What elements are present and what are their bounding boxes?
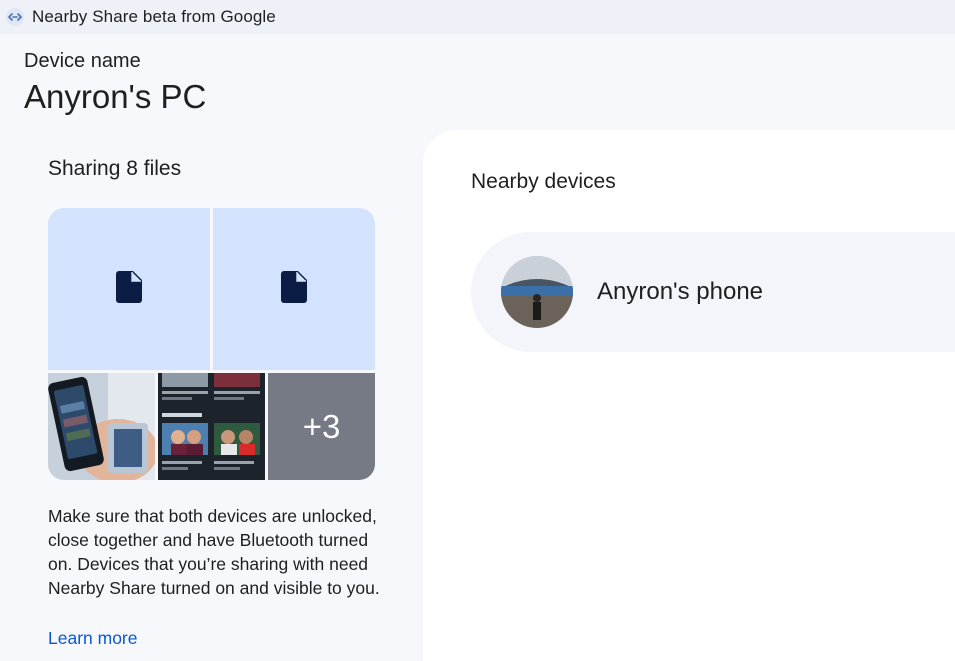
more-files-tile: +3	[268, 373, 375, 480]
learn-more-link[interactable]: Learn more	[48, 628, 138, 649]
sharing-title: Sharing 8 files	[48, 157, 182, 180]
photo-thumbnail	[158, 373, 265, 480]
title-bar: Nearby Share beta from Google	[0, 0, 955, 34]
phone-photo-image	[48, 373, 155, 480]
photo-thumbnail	[48, 373, 155, 480]
nearby-devices-title: Nearby devices	[471, 170, 616, 193]
device-card-name: Anyron's phone	[597, 278, 764, 305]
window-title: Nearby Share beta from Google	[32, 7, 276, 26]
sharing-panel: Sharing 8 files +3 Make sure that both d…	[0, 130, 423, 661]
stadium-photo-avatar	[501, 256, 573, 328]
device-name-label: Device name	[24, 50, 141, 72]
tv-screen-image	[158, 373, 265, 480]
device-avatar	[501, 256, 573, 328]
document-icon	[281, 270, 307, 308]
file-preview-grid: +3	[48, 208, 375, 480]
document-icon	[116, 270, 142, 308]
nearby-devices-panel: Nearby devices Anyron's phone	[423, 130, 955, 661]
nearby-share-icon	[6, 8, 24, 26]
file-tile	[213, 208, 375, 370]
nearby-device-card[interactable]: Anyron's phone	[471, 232, 955, 352]
device-name: Anyron's PC	[24, 78, 207, 115]
file-tile	[48, 208, 210, 370]
help-text: Make sure that both devices are unlocked…	[48, 506, 380, 598]
